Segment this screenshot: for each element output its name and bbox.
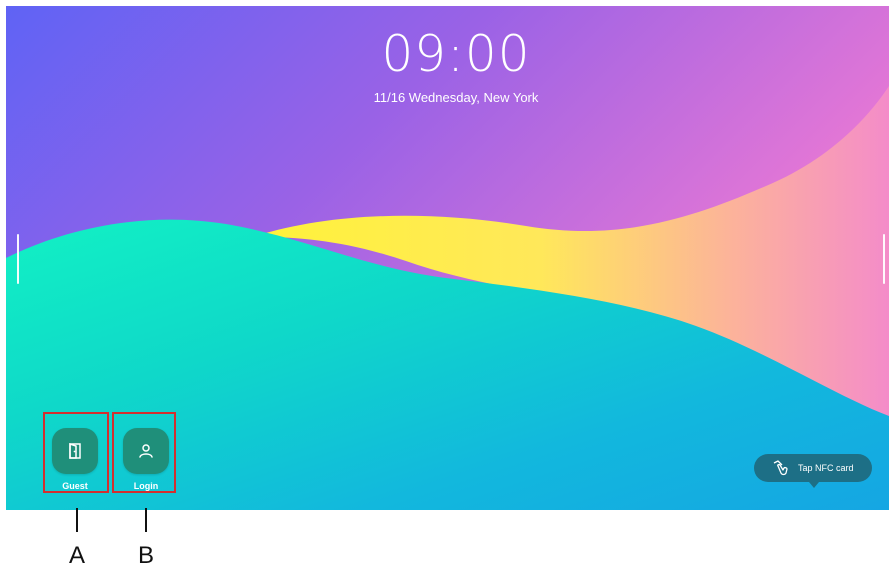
tap-nfc-card-label: Tap NFC card xyxy=(798,463,854,473)
tap-nfc-card-button[interactable]: Tap NFC card xyxy=(754,454,872,482)
date-location: 11/16 Wednesday, New York xyxy=(373,90,539,105)
callout-line-a xyxy=(76,508,78,532)
nfc-tap-icon xyxy=(773,460,788,476)
callout-box-a xyxy=(43,412,109,493)
callout-letter-a: A xyxy=(68,542,85,569)
left-edge-handle[interactable] xyxy=(17,234,19,284)
page: 09:00 11/16 Wednesday, New York Guest Lo… xyxy=(0,0,889,569)
callout-box-b xyxy=(112,412,176,493)
right-edge-handle[interactable] xyxy=(883,234,885,284)
callout-letter-b: B xyxy=(137,542,154,569)
clock-time: 09:00 xyxy=(381,25,531,83)
nfc-pill-pointer xyxy=(809,482,819,488)
callout-line-b xyxy=(145,508,147,532)
